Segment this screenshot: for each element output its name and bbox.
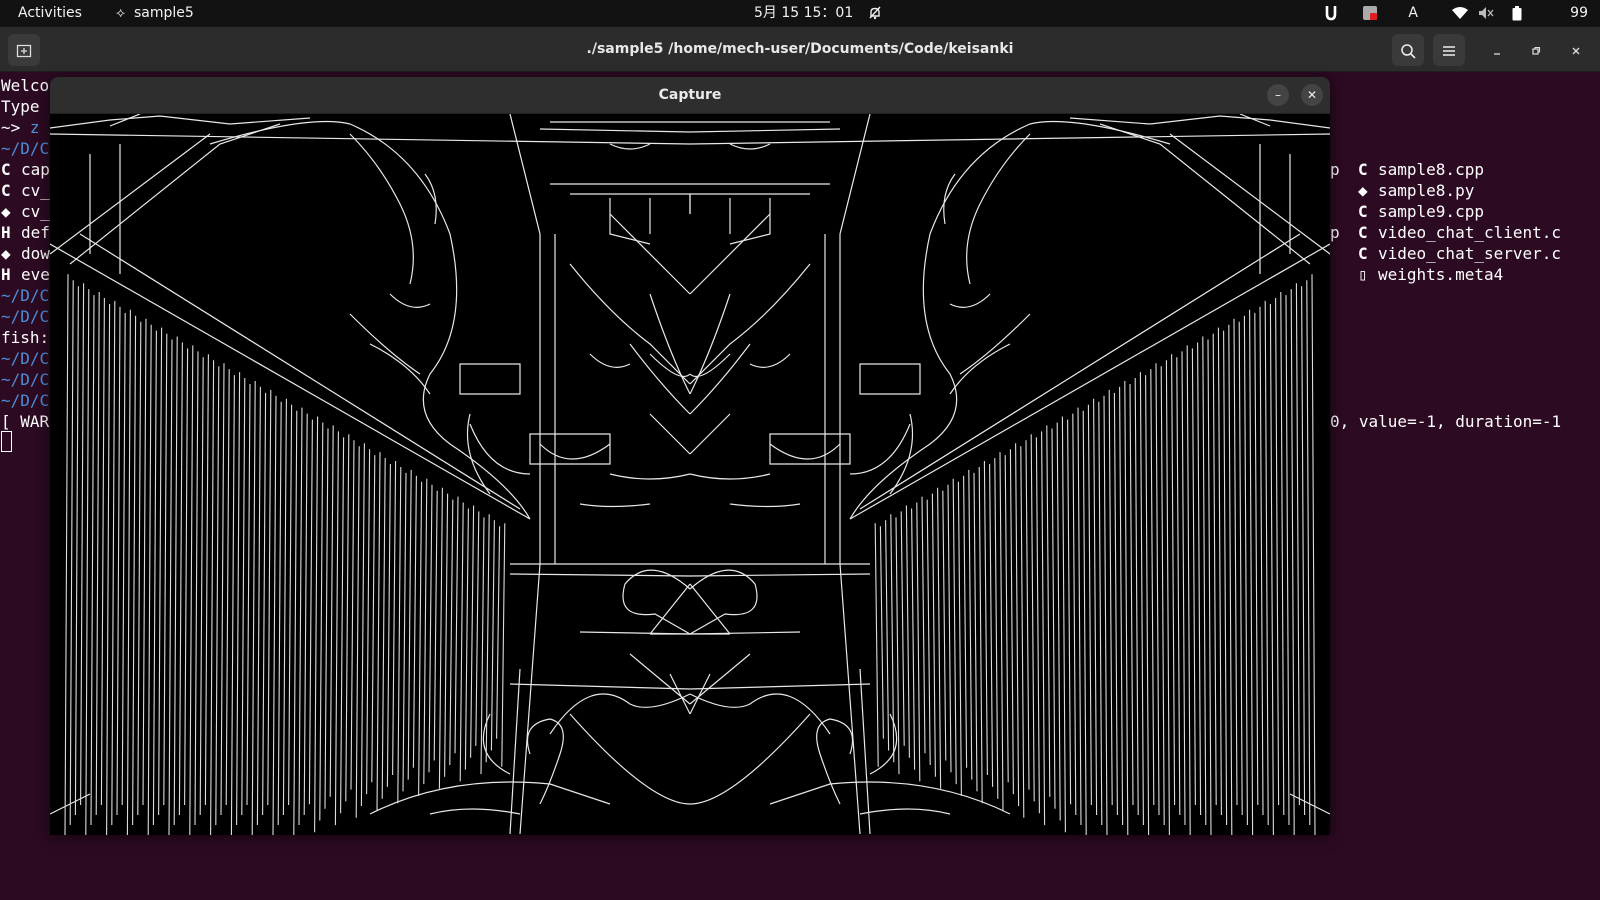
file-entry: Cvideo_chat_server.c [1358,244,1562,263]
file-entry: Hdef [1,223,50,242]
cpp-file-icon: C [1358,160,1368,179]
top-bar: Activities ⟡ sample5 5月 15 15：01 A 99 % [0,0,1600,48]
warning-line: [ WAR [1,412,50,431]
menu-button[interactable] [1433,34,1465,66]
cpp-file-icon: C [1,181,11,200]
minimize-icon: – [1275,88,1281,102]
app-menu[interactable]: ⟡ sample5 [116,0,194,27]
prompt-path: ~/D/C [1,391,50,410]
clock[interactable]: 5月 15 15：01 [754,0,853,27]
app-name: sample5 [134,5,194,21]
file-entry: ◆ sample8.py [1358,181,1475,200]
capture-title: Capture [658,87,722,103]
terminal-headerbar[interactable]: ./sample5 /home/mech-user/Documents/Code… [0,27,1600,72]
c-file-icon: C [1358,223,1368,242]
cpp-file-icon: C [1,160,11,179]
close-button[interactable] [1560,34,1592,66]
prompt-path: ~/D/C [1,139,50,158]
cpp-file-icon: C [1358,202,1368,221]
c-file-icon: C [1358,244,1368,263]
input-method-indicator[interactable]: A [1408,0,1418,27]
file-fragment: p [1330,223,1340,242]
file-entry: Cvideo_chat_client.c [1358,223,1562,242]
volume-muted-icon[interactable] [1478,0,1494,27]
close-icon: ✕ [1306,88,1318,102]
python-file-icon: ◆ [1358,181,1368,200]
prompt-symbol: ~> [1,118,30,137]
close-icon [1572,47,1580,54]
capture-window[interactable]: Capture – ✕ [50,77,1330,835]
edge-detection-image [50,114,1330,835]
header-file-icon: H [1,265,11,284]
file-entry: Ccap [1,160,50,179]
file-fragment: p [1330,160,1340,179]
terminal-line: ~> z [1,118,40,139]
python-file-icon: ◆ [1,244,11,263]
file-entry: Csample9.cpp [1358,202,1484,221]
terminal-line: fish: [1,328,50,347]
wifi-icon[interactable] [1452,0,1468,27]
terminal-line: Type [1,97,50,116]
battery-icon[interactable] [1512,0,1522,27]
prompt-path: ~/D/C [1,370,50,389]
hamburger-menu-icon [1443,45,1455,56]
file-icon: ▯ [1358,265,1368,284]
header-file-icon: H [1,223,11,242]
file-entry: Csample8.cpp [1358,160,1484,179]
terminal-cursor [1,431,12,452]
warning-line-tail: 0, value=-1, duration=-1 [1330,412,1562,431]
file-entry: Ccv_ [1,181,50,200]
prompt-path: ~/D/C [1,349,50,368]
prompt-path: ~/D/C [1,286,50,305]
file-entry: ▯ weights.meta4 [1358,265,1504,284]
search-button[interactable] [1392,34,1424,66]
file-entry: Heve [1,265,50,284]
prompt-command: z [29,118,40,137]
search-icon [1401,43,1416,59]
restore-icon [1532,46,1541,55]
update-notifier-icon[interactable] [1362,0,1378,27]
prompt-path: ~/D/C [1,307,50,326]
app-icon: ⟡ [116,5,126,21]
battery-level[interactable]: 99 % [1570,0,1588,48]
bell-muted-icon[interactable] [868,0,882,27]
capture-close-button[interactable]: ✕ [1301,84,1323,106]
terminal-title: ./sample5 /home/mech-user/Documents/Code… [586,41,1014,57]
app-indicator-icon[interactable] [1324,0,1338,27]
minimize-icon [1494,52,1500,55]
terminal-line: Welco [1,76,50,95]
maximize-button[interactable] [1520,34,1552,66]
activities-button[interactable]: Activities [18,0,82,27]
capture-minimize-button[interactable]: – [1267,84,1289,106]
file-entry: ◆ dow [1,244,50,263]
python-file-icon: ◆ [1,202,11,221]
capture-titlebar[interactable]: Capture – ✕ [50,77,1330,114]
file-entry: ◆ cv_ [1,202,50,221]
minimize-button[interactable] [1481,34,1513,66]
